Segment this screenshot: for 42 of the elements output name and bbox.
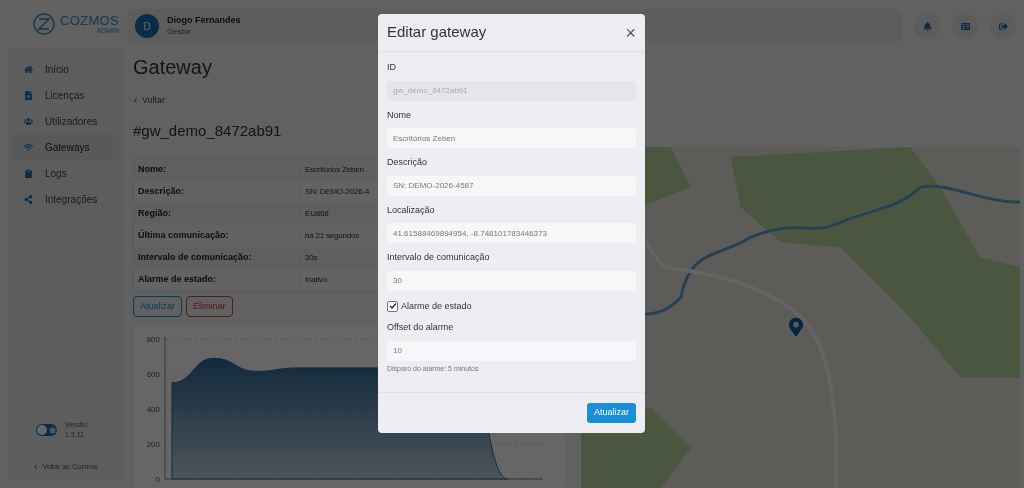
input-field[interactable]: 30: [387, 270, 636, 291]
page-title: Gateway: [133, 55, 212, 80]
detail-value: há 21 segundos: [300, 230, 364, 242]
detail-value: Escritórios Zeben: [300, 164, 368, 176]
detail-value: 30s: [300, 252, 322, 264]
sidebar-item[interactable]: Utilizadores: [12, 108, 119, 134]
field-label: Descrição: [387, 156, 428, 169]
sidebar-item[interactable]: Integrações: [12, 186, 119, 212]
detail-label: Nome:: [137, 163, 167, 177]
y-tick-label: 400: [146, 405, 160, 414]
field-label: Intervalo de comunicação: [387, 251, 491, 264]
field-label: Offset do alarme: [387, 321, 455, 334]
submit-button[interactable]: Atualizar: [587, 403, 636, 423]
delete-button[interactable]: Eliminar: [186, 296, 233, 317]
user-avatar: D: [135, 14, 159, 38]
detail-label: Região:: [137, 207, 172, 221]
back-link[interactable]: Voltar: [133, 94, 165, 108]
close-button[interactable]: ×: [625, 23, 636, 42]
detail-value: SN: DEMO-2026-4: [300, 186, 374, 198]
detail-label: Alarme de estado:: [137, 273, 218, 287]
update-button[interactable]: Atualizar: [133, 296, 182, 317]
field-label: ID: [387, 61, 397, 74]
detail-value: Inativo: [300, 274, 332, 286]
logo-name: COZMOS: [60, 14, 119, 27]
gateway-id-heading: #gw_demo_8472ab91: [133, 120, 282, 141]
dialog-title: Editar gateway: [387, 22, 487, 43]
detail-label: Última comunicação:: [137, 229, 230, 243]
field-label: Nome: [387, 108, 412, 122]
sidebar-item[interactable]: Licenças: [12, 82, 119, 108]
detail-value: EU868: [300, 208, 333, 220]
sidebar-item[interactable]: Início: [12, 56, 119, 82]
detail-label: Descrição:: [137, 185, 186, 199]
input-field[interactable]: Escritórios Zeben: [387, 128, 636, 148]
input-field[interactable]: SN: DEMO-2026-4587: [387, 175, 636, 196]
sidebar-item[interactable]: Gateways: [12, 134, 119, 160]
user-name: Diogo Fernandes: [167, 15, 241, 27]
detail-label: Intervalo de comunicação:: [137, 251, 253, 265]
sidebar-item[interactable]: Logs: [12, 160, 119, 186]
input-field[interactable]: 10: [387, 340, 636, 361]
input-field[interactable]: 41.61588469894954, -8.748101783446373: [387, 223, 636, 243]
checkbox-label: Alarme de estado: [401, 299, 472, 313]
field-label: Localização: [387, 203, 436, 217]
